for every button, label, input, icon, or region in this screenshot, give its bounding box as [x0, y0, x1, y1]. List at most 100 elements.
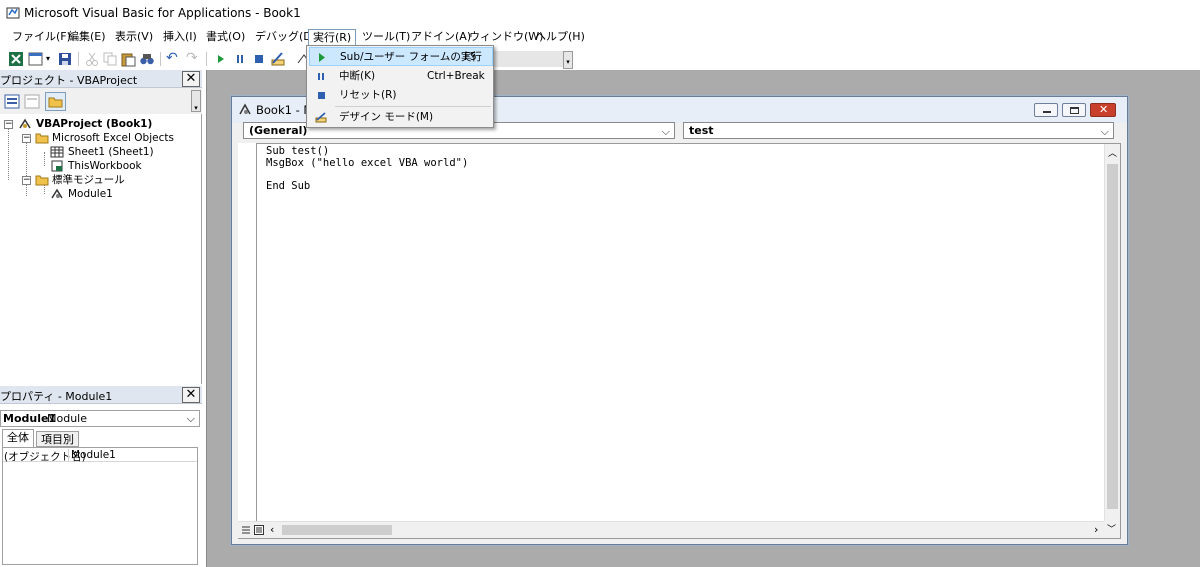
run-icon[interactable]: [213, 51, 229, 67]
scroll-right-icon[interactable]: ›: [1094, 523, 1098, 536]
property-row[interactable]: (オブジェクト名) Module1: [3, 449, 197, 463]
view-object-icon[interactable]: [24, 94, 40, 109]
vba-project-icon: [19, 118, 31, 129]
collapse-icon[interactable]: −: [22, 176, 31, 185]
insert-userform-icon[interactable]: [28, 51, 44, 67]
chevron-down-icon: ⌵: [661, 125, 670, 138]
close-icon: ✕: [1099, 103, 1109, 116]
menu-item-reset[interactable]: リセット(R): [309, 86, 493, 105]
properties-panel-close-icon[interactable]: ✕: [182, 387, 200, 403]
menu-item-break[interactable]: 中断(K) Ctrl+Break: [309, 67, 493, 86]
tree-label: Sheet1 (Sheet1): [68, 146, 154, 158]
pause-icon[interactable]: [232, 51, 248, 67]
cut-icon[interactable]: [84, 51, 100, 67]
project-panel-title: プロジェクト - VBAProject: [0, 74, 138, 87]
restore-button[interactable]: [1062, 103, 1086, 117]
close-button[interactable]: ✕: [1090, 103, 1116, 117]
project-panel-close-icon[interactable]: ✕: [182, 71, 200, 87]
minimize-button[interactable]: [1034, 103, 1058, 117]
menu-view[interactable]: 表示(V): [111, 29, 157, 46]
standard-toolbar: ▾ ↶ ↷ ▾: [0, 48, 1200, 70]
toolbar-position-field: [494, 51, 564, 67]
properties-panel-title: プロパティ - Module1: [0, 390, 113, 403]
title-bar: Microsoft Visual Basic for Applications …: [0, 0, 1200, 26]
restore-icon: [1070, 107, 1079, 114]
view-code-icon[interactable]: [4, 94, 20, 109]
menu-format[interactable]: 書式(O): [202, 29, 249, 46]
tree-label: VBAProject (Book1): [36, 118, 153, 130]
menu-item-run-sub[interactable]: Sub/ユーザー フォームの実行 F5: [309, 47, 493, 66]
horizontal-scrollbar[interactable]: ‹ ›: [238, 521, 1104, 538]
properties-panel-header: プロパティ - Module1 ✕: [0, 386, 202, 404]
hscroll-thumb[interactable]: [282, 525, 392, 535]
tab-alphabetic[interactable]: 全体: [2, 429, 34, 447]
menu-item-design-mode[interactable]: デザイン モード(M): [309, 108, 493, 127]
copy-icon[interactable]: [102, 51, 118, 67]
module-icon: [51, 188, 63, 199]
collapse-icon[interactable]: −: [4, 120, 13, 129]
paste-icon[interactable]: [120, 51, 136, 67]
menu-item-shortcut: Ctrl+Break: [427, 70, 485, 82]
project-tree: − VBAProject (Book1) − Microsoft Excel O…: [0, 114, 202, 384]
scroll-down-icon[interactable]: ﹀: [1107, 522, 1116, 535]
toggle-folders-button[interactable]: [45, 92, 66, 111]
code-editor[interactable]: [238, 143, 1121, 539]
properties-grid: (オブジェクト名) Module1: [2, 447, 198, 565]
redo-icon[interactable]: ↷: [186, 51, 202, 67]
excel-view-icon[interactable]: [8, 51, 24, 67]
code-margin[interactable]: [238, 143, 257, 521]
properties-tabs: 全体 項目別: [0, 429, 202, 447]
design-mode-icon[interactable]: [270, 51, 286, 67]
procedure-dropdown[interactable]: test ⌵: [683, 122, 1114, 139]
code-line[interactable]: MsgBox ("hello excel VBA world"): [266, 157, 468, 169]
chevron-down-icon[interactable]: ⌵: [187, 412, 195, 426]
menu-insert[interactable]: 挿入(I): [159, 29, 201, 46]
menu-edit[interactable]: 編集(E): [64, 29, 110, 46]
tab-categorized[interactable]: 項目別: [36, 431, 79, 447]
find-icon[interactable]: [139, 51, 155, 67]
tree-line: [26, 138, 27, 196]
run-icon: [319, 53, 325, 62]
stop-icon: [318, 92, 325, 99]
procedure-view-icon[interactable]: [241, 525, 251, 535]
tree-line: [44, 152, 45, 166]
pause-icon: [318, 73, 324, 80]
selected-object-type: Module: [47, 412, 87, 425]
menu-run[interactable]: 実行(R): [308, 29, 357, 46]
vertical-scrollbar[interactable]: ︿: [1104, 144, 1120, 521]
scroll-corner: ﹀: [1104, 521, 1120, 538]
properties-object-select[interactable]: Module1 Module ⌵: [0, 410, 200, 427]
full-module-view-icon[interactable]: [254, 525, 264, 535]
undo-icon[interactable]: ↶: [166, 51, 182, 67]
scroll-left-icon[interactable]: ‹: [270, 523, 274, 536]
menu-tools[interactable]: ツール(T): [358, 29, 414, 46]
scroll-up-icon[interactable]: ︿: [1108, 146, 1117, 159]
menu-item-shortcut: F5: [464, 51, 477, 63]
tree-line: [8, 124, 9, 180]
project-panel-header: プロジェクト - VBAProject ✕: [0, 70, 202, 88]
chevron-down-icon: ⌵: [1100, 125, 1109, 138]
code-line[interactable]: Sub test(): [266, 145, 329, 157]
menu-help[interactable]: ヘルプ(H): [531, 29, 589, 46]
workbook-icon: [51, 160, 63, 172]
collapse-icon[interactable]: −: [22, 134, 31, 143]
run-menu-dropdown: Sub/ユーザー フォームの実行 F5 中断(K) Ctrl+Break リセッ…: [306, 45, 494, 128]
menu-item-label: 中断(K): [339, 70, 376, 82]
tree-label: Module1: [68, 188, 113, 200]
code-line[interactable]: End Sub: [266, 180, 310, 192]
toolbar-options-icon[interactable]: ▾: [563, 51, 573, 69]
menu-item-label: Sub/ユーザー フォームの実行: [340, 51, 482, 63]
menu-bar: ファイル(F) 編集(E) 表示(V) 挿入(I) 書式(O) デバッグ(D) …: [0, 26, 1200, 48]
vba-app-icon: [6, 7, 20, 19]
module-icon: [239, 103, 251, 115]
save-icon[interactable]: [57, 51, 73, 67]
toolbar-options-icon[interactable]: ▾: [191, 90, 201, 112]
folder-icon: [48, 97, 63, 108]
folder-open-icon: [35, 133, 49, 144]
minimize-icon: [1043, 111, 1051, 113]
tree-label: ThisWorkbook: [68, 160, 142, 172]
scroll-thumb[interactable]: [1107, 164, 1118, 509]
stop-icon[interactable]: [251, 51, 267, 67]
menu-item-label: デザイン モード(M): [339, 111, 434, 123]
grid-divider: [68, 449, 69, 462]
